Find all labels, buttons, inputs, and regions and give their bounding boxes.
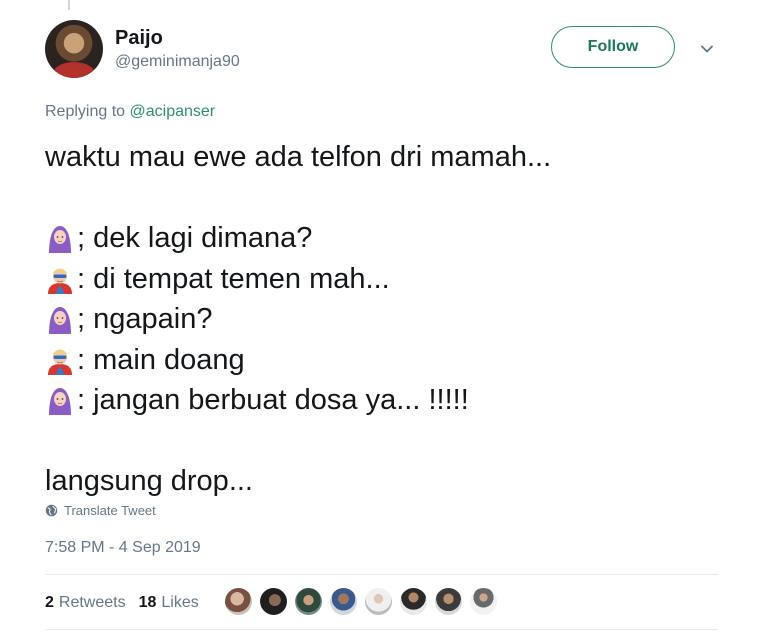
replying-to-prefix: Replying to	[45, 103, 130, 120]
globe-icon	[45, 504, 58, 517]
likes-label[interactable]: Likes	[161, 594, 198, 612]
tweet-line-text: : jangan berbuat dosa ya... !!!!!	[77, 384, 469, 416]
tweet-line: waktu mau ewe ada telfon dri mamah...	[45, 141, 552, 173]
liker-avatar[interactable]	[365, 588, 392, 615]
tweet-line-text: ; dek lagi dimana?	[77, 222, 313, 254]
woman-with-headscarf-emoji	[49, 226, 71, 254]
woman-with-headscarf-emoji	[49, 388, 71, 416]
liker-avatars	[225, 588, 505, 615]
tweet-line: ; dek lagi dimana?	[45, 218, 735, 259]
liker-avatar[interactable]	[260, 588, 287, 615]
chevron-down-icon[interactable]	[699, 41, 715, 57]
tweet-line: langsung drop...	[45, 465, 253, 497]
replying-to: Replying to @acipanser	[45, 103, 215, 121]
tweet-line: : jangan berbuat dosa ya... !!!!!	[45, 380, 735, 421]
avatar[interactable]	[45, 20, 103, 78]
follow-button[interactable]: Follow	[551, 26, 675, 68]
man-superhero-emoji	[48, 349, 72, 375]
tweet-line-text: : main doang	[77, 343, 245, 376]
tweet-stats: 2 Retweets 18 Likes	[45, 594, 199, 612]
divider	[45, 574, 718, 575]
tweet-line-text: ; ngapain?	[77, 303, 213, 335]
tweet-line: : main doang	[45, 340, 735, 381]
translate-tweet-label: Translate Tweet	[64, 503, 156, 518]
liker-avatar[interactable]	[330, 588, 357, 615]
replying-to-handle[interactable]: @acipanser	[130, 103, 216, 120]
retweets-label[interactable]: Retweets	[59, 594, 126, 612]
tweet-line: ; ngapain?	[45, 299, 735, 340]
liker-avatar[interactable]	[225, 588, 252, 615]
liker-avatar[interactable]	[470, 588, 497, 615]
woman-with-headscarf-emoji	[49, 307, 71, 335]
liker-avatar[interactable]	[400, 588, 427, 615]
liker-avatar[interactable]	[295, 588, 322, 615]
likes-count[interactable]: 18	[139, 594, 157, 612]
author-display-name[interactable]: Paijo	[115, 27, 163, 50]
divider	[45, 629, 718, 630]
author-username[interactable]: @geminimanja90	[115, 53, 240, 71]
tweet-line: : di tempat temen mah...	[45, 259, 735, 300]
translate-tweet-link[interactable]: Translate Tweet	[45, 503, 156, 518]
retweets-count[interactable]: 2	[45, 594, 54, 612]
thread-line	[68, 0, 70, 10]
tweet-timestamp[interactable]: 7:58 PM - 4 Sep 2019	[45, 539, 201, 557]
tweet-text: waktu mau ewe ada telfon dri mamah... ; …	[45, 137, 735, 502]
liker-avatar[interactable]	[435, 588, 462, 615]
man-superhero-emoji	[48, 268, 72, 294]
tweet-line-text: : di tempat temen mah...	[77, 262, 390, 295]
